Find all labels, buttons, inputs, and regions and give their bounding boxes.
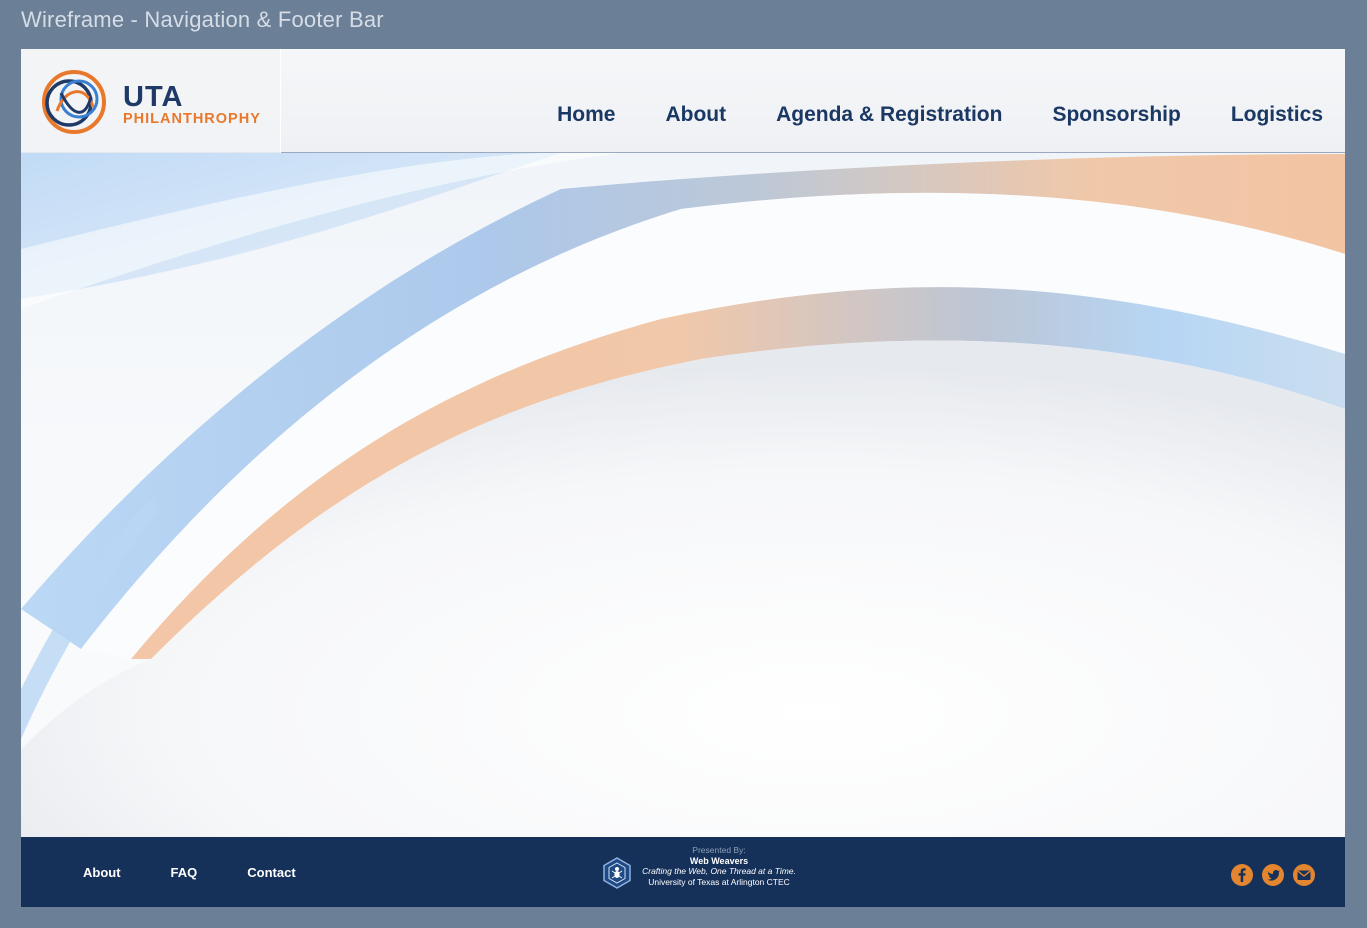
nav-item-about[interactable]: About [665,103,726,127]
nav-item-home[interactable]: Home [557,103,615,127]
page-frame: UTA PHILANTHROPHY Home About Agenda & Re… [21,49,1345,907]
footer-links: About FAQ Contact [83,865,296,880]
logo-panel[interactable]: UTA PHILANTHROPHY [21,49,281,153]
bird-icon[interactable] [1262,864,1284,886]
footer-link-faq[interactable]: FAQ [171,865,198,880]
main-nav: Home About Agenda & Registration Sponsor… [557,103,1323,127]
social-links [1231,864,1315,886]
footer-credit: Presented By: Web Weavers Crafting the W… [599,845,839,901]
credit-text: Presented By: Web Weavers Crafting the W… [629,845,809,887]
top-navigation-bar: UTA PHILANTHROPHY Home About Agenda & Re… [21,49,1345,153]
uta-logo-mark-icon [42,70,106,134]
footer-bar: About FAQ Contact Presented By: Web Weav… [21,837,1345,907]
brand-name: UTA [123,81,184,113]
hero-background-art [21,49,1345,837]
footer-link-contact[interactable]: Contact [247,865,295,880]
mail-icon[interactable] [1293,864,1315,886]
footer-link-about[interactable]: About [83,865,121,880]
nav-item-agenda-registration[interactable]: Agenda & Registration [776,103,1002,127]
credit-name: Web Weavers [689,855,749,866]
brand-subtitle: PHILANTHROPHY [123,111,261,127]
facebook-icon[interactable] [1231,864,1253,886]
credit-org: University of Texas at Arlington CTEC [648,876,790,887]
nav-item-logistics[interactable]: Logistics [1231,103,1323,127]
wireframe-title: Wireframe - Navigation & Footer Bar [21,7,384,32]
credit-tagline: Crafting the Web, One Thread at a Time. [642,866,796,876]
web-weavers-logo-icon [603,857,631,889]
nav-item-sponsorship[interactable]: Sponsorship [1052,103,1180,127]
credit-presented-by: Presented By: [692,845,746,855]
